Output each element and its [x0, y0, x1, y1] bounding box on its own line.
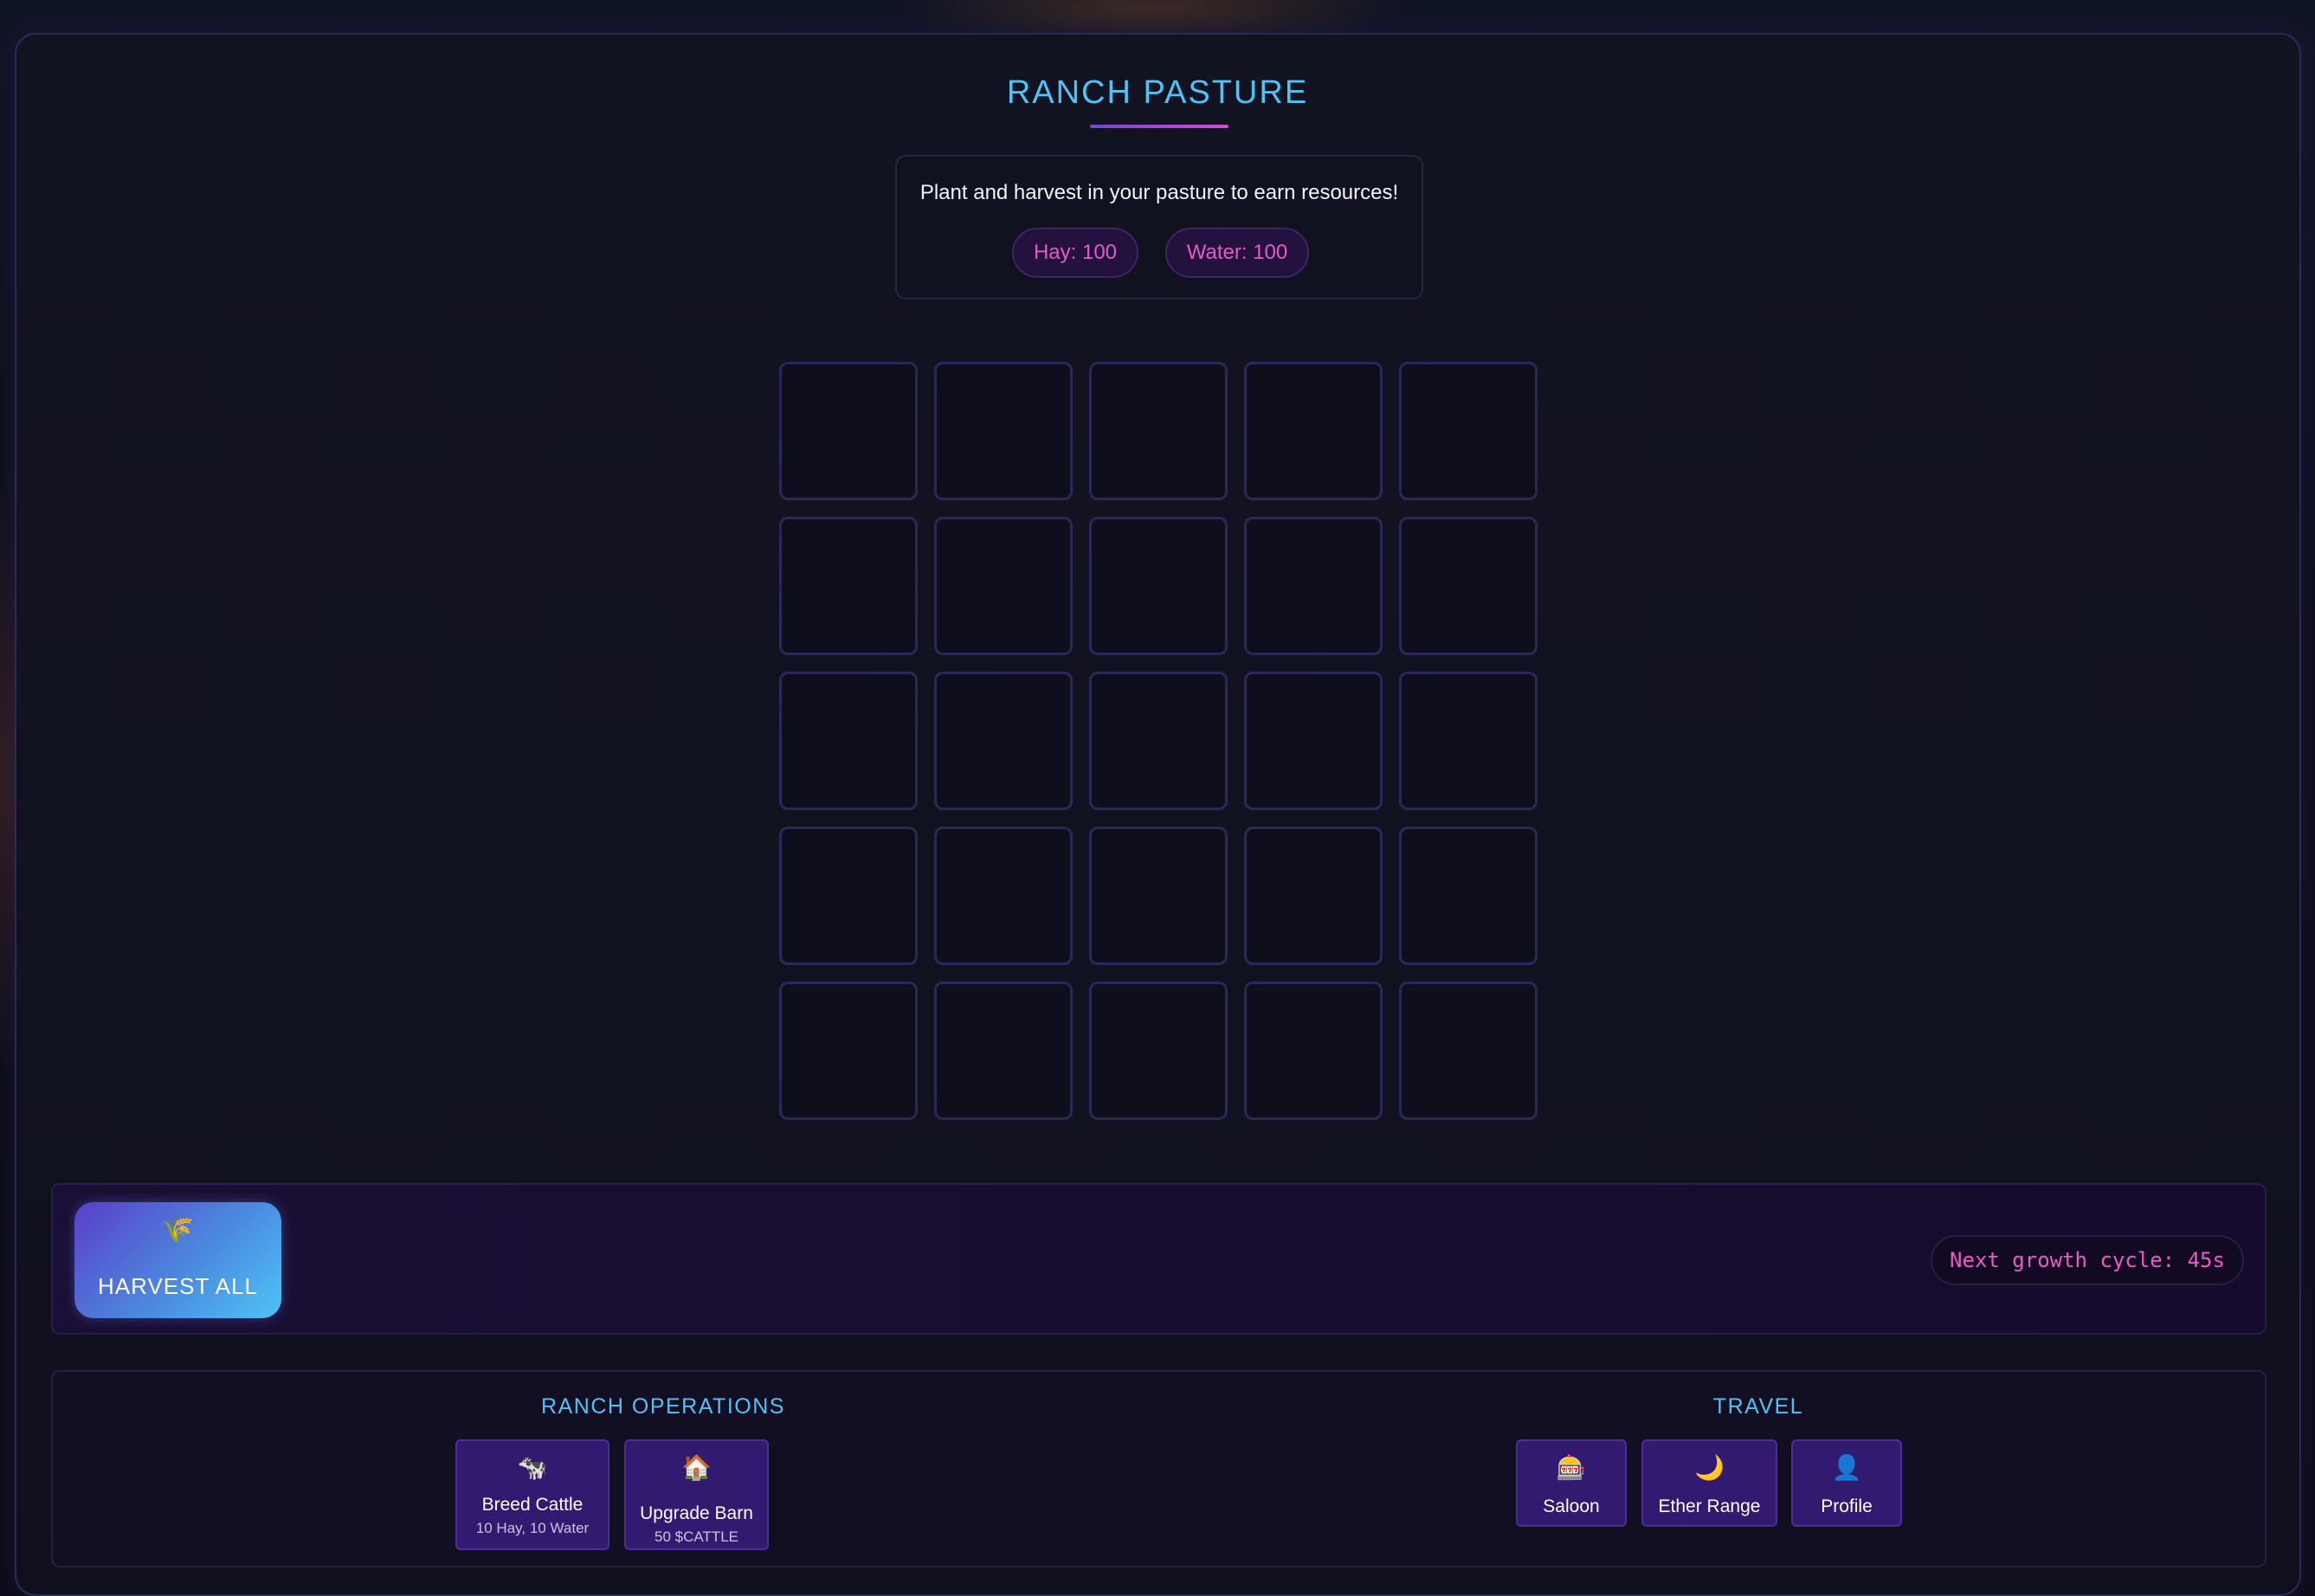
pasture-plot[interactable]: [1399, 362, 1538, 500]
pasture-grid: [779, 362, 1538, 1120]
breed-cattle-button[interactable]: 🐄 Breed Cattle 10 Hay, 10 Water: [455, 1439, 609, 1550]
pasture-plot[interactable]: [1089, 672, 1228, 810]
pasture-plot[interactable]: [779, 362, 918, 500]
action-bar: 🌾 HARVEST ALL Next growth cycle: 45s: [51, 1183, 2267, 1335]
pasture-plot[interactable]: [1244, 672, 1383, 810]
page-title: RANCH PASTURE: [1006, 74, 1309, 111]
saloon-label: Saloon: [1543, 1496, 1600, 1516]
slot-machine-icon: 🎰: [1556, 1454, 1587, 1481]
profile-label: Profile: [1821, 1496, 1873, 1516]
moon-icon: 🌙: [1694, 1454, 1725, 1481]
pasture-plot[interactable]: [779, 672, 918, 810]
harvest-all-label: HARVEST ALL: [98, 1273, 258, 1299]
ranch-operations-title: RANCH OPERATIONS: [541, 1394, 785, 1419]
upgrade-barn-cost: 50 $CATTLE: [654, 1528, 738, 1545]
pasture-plot[interactable]: [934, 362, 1073, 500]
travel-ether-range-button[interactable]: 🌙 Ether Range: [1641, 1439, 1777, 1527]
pasture-plot[interactable]: [779, 517, 918, 655]
pasture-plot[interactable]: [1089, 981, 1228, 1120]
growth-cycle-timer: Next growth cycle: 45s: [1931, 1235, 2244, 1285]
pasture-plot[interactable]: [1244, 517, 1383, 655]
travel-profile-button[interactable]: 👤 Profile: [1791, 1439, 1902, 1527]
pasture-plot[interactable]: [1089, 827, 1228, 965]
breed-cattle-label: Breed Cattle: [481, 1495, 584, 1515]
pasture-plot[interactable]: [1244, 827, 1383, 965]
pasture-plot[interactable]: [779, 981, 918, 1120]
pasture-plot[interactable]: [934, 517, 1073, 655]
pasture-plot[interactable]: [1399, 517, 1538, 655]
user-icon: 👤: [1831, 1454, 1862, 1481]
hay-counter: Hay: 100: [1012, 228, 1138, 278]
pasture-plot[interactable]: [1244, 362, 1383, 500]
pasture-plot[interactable]: [1089, 517, 1228, 655]
pasture-plot[interactable]: [1399, 827, 1538, 965]
pasture-plot[interactable]: [1089, 362, 1228, 500]
upgrade-barn-label: Upgrade Barn: [640, 1503, 753, 1523]
travel-title: TRAVEL: [1712, 1394, 1804, 1419]
pasture-plot[interactable]: [779, 827, 918, 965]
cow-icon: 🐄: [517, 1454, 548, 1481]
info-box: Plant and harvest in your pasture to ear…: [895, 155, 1423, 299]
house-icon: 🏠: [681, 1454, 712, 1481]
ether-range-label: Ether Range: [1658, 1496, 1761, 1516]
operations-bar: RANCH OPERATIONS 🐄 Breed Cattle 10 Hay, …: [51, 1370, 2267, 1567]
pasture-plot[interactable]: [934, 981, 1073, 1120]
title-underline: [1090, 125, 1228, 128]
pasture-plot[interactable]: [1399, 981, 1538, 1120]
upgrade-barn-button[interactable]: 🏠 Upgrade Barn 50 $CATTLE: [624, 1439, 769, 1550]
info-text: Plant and harvest in your pasture to ear…: [919, 181, 1399, 204]
pasture-plot[interactable]: [1244, 981, 1383, 1120]
harvest-all-button[interactable]: 🌾 HARVEST ALL: [74, 1202, 281, 1318]
pasture-plot[interactable]: [934, 672, 1073, 810]
pasture-plot[interactable]: [1399, 672, 1538, 810]
water-counter: Water: 100: [1165, 228, 1309, 278]
breed-cattle-cost: 10 Hay, 10 Water: [475, 1520, 590, 1536]
wheat-icon: 🌾: [161, 1215, 195, 1244]
travel-saloon-button[interactable]: 🎰 Saloon: [1516, 1439, 1627, 1527]
pasture-plot[interactable]: [934, 827, 1073, 965]
